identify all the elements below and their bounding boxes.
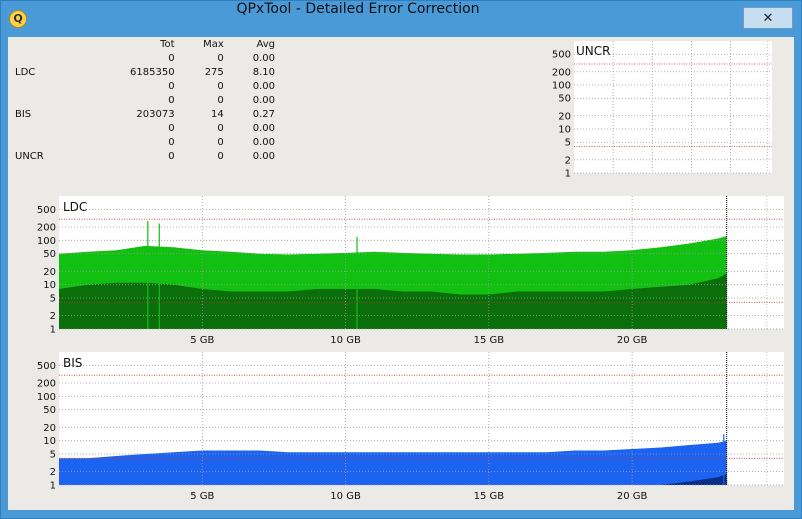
stats-row: 0 0 0.00 <box>15 122 275 136</box>
bis-y-tick-label: 50 <box>43 405 56 416</box>
bis-x-tick-label: 5 GB <box>190 491 214 502</box>
stats-cell-label <box>15 80 84 94</box>
client-area: Tot Max Avg 0 0 0.00 LDC 6185350 275 8.10 0 0 0.0… <box>8 37 794 510</box>
stats-cell-label: UNCR <box>15 151 44 162</box>
ldc-y-tick-label: 100 <box>37 236 56 247</box>
stats-row: 0 0 0.00 <box>15 52 275 66</box>
bis-y-tick-label: 200 <box>37 378 56 389</box>
close-icon: ✕ <box>762 10 774 26</box>
stats-cell-avg: 0.00 <box>252 151 275 162</box>
stats-cell-max: 14 <box>211 109 224 120</box>
stats-cell-label <box>15 94 84 108</box>
stats-header-tot: Tot <box>160 39 175 50</box>
app-window: Q QPxTool - Detailed Error Correction ✕ … <box>0 0 802 519</box>
stats-row: UNCR 0 0 0.00 <box>15 150 275 164</box>
uncr-y-tick-label: 500 <box>552 50 571 61</box>
ldc-x-tick-label: 15 GB <box>474 335 505 346</box>
uncr-y-tick-label: 10 <box>558 125 571 136</box>
ldc-chart: 1 2 5 10 20 50 100 200 500 5 GB 10 GB 15 GB 20 GB LDC <box>37 196 784 346</box>
stats-cell-tot: 203073 <box>136 109 175 120</box>
uncr-y-tick-label: 200 <box>552 67 571 78</box>
ldc-x-tick-label: 20 GB <box>617 335 648 346</box>
bis-y-tick-label: 5 <box>50 450 56 461</box>
bis-chart-title: BIS <box>63 356 82 370</box>
stats-cell-max: 0 <box>217 123 224 134</box>
stats-cell-label: BIS <box>15 109 32 120</box>
ldc-x-tick-label: 5 GB <box>190 335 214 346</box>
stats-row: BIS 203073 14 0.27 <box>15 108 275 122</box>
stats-cell-avg: 0.00 <box>252 137 275 148</box>
uncr-y-tick-label: 50 <box>558 94 571 105</box>
stats-cell-max: 0 <box>217 95 224 106</box>
uncr-y-tick-label: 5 <box>565 138 571 149</box>
bis-y-tick-label: 100 <box>37 392 56 403</box>
bis-x-tick-label: 15 GB <box>474 491 505 502</box>
title-bar[interactable]: Q QPxTool - Detailed Error Correction ✕ <box>1 1 801 37</box>
stats-header-row: Tot Max Avg <box>15 38 275 52</box>
ldc-y-tick-label: 1 <box>50 325 56 336</box>
stats-cell-avg: 0.00 <box>252 81 275 92</box>
stats-cell-avg: 0.00 <box>252 53 275 64</box>
ldc-x-tick-label: 10 GB <box>330 335 361 346</box>
stats-row: 0 0 0.00 <box>15 80 275 94</box>
uncr-y-tick-label: 1 <box>565 169 571 180</box>
ldc-chart-title: LDC <box>63 200 87 214</box>
bis-x-tick-label: 10 GB <box>330 491 361 502</box>
stats-cell-max: 0 <box>217 151 224 162</box>
stats-cell-label <box>15 136 84 150</box>
stats-cell-tot: 0 <box>168 151 175 162</box>
bis-y-tick-label: 2 <box>50 467 56 478</box>
stats-cell-avg: 8.10 <box>252 67 275 78</box>
stats-cell-max: 275 <box>204 67 224 78</box>
stats-cell-max: 0 <box>217 53 224 64</box>
stats-header-label <box>15 38 84 52</box>
stats-cell-max: 0 <box>217 81 224 92</box>
bis-y-tick-label: 20 <box>43 423 56 434</box>
stats-row: 0 0 0.00 <box>15 136 275 150</box>
uncr-y-tick-label: 2 <box>565 155 571 166</box>
stats-cell-tot: 0 <box>168 53 175 64</box>
bis-x-tick-label: 20 GB <box>617 491 648 502</box>
stats-cell-tot: 0 <box>168 137 175 148</box>
ldc-y-tick-label: 50 <box>43 249 56 260</box>
stats-cell-avg: 0.27 <box>252 109 275 120</box>
ldc-y-tick-label: 10 <box>43 280 56 291</box>
error-stats-table: Tot Max Avg 0 0 0.00 LDC 6185350 275 8.10 0 0 0.0… <box>15 38 275 172</box>
stats-cell-tot: 0 <box>168 81 175 92</box>
uncr-plot-area <box>574 41 772 173</box>
uncr-y-tick-label: 20 <box>558 111 571 122</box>
ldc-y-tick-label: 500 <box>37 205 56 216</box>
bis-chart: 1 2 5 10 20 50 100 200 500 5 GB 10 GB 15 GB 20 GB BIS <box>37 352 784 502</box>
stats-header-max: Max <box>203 39 224 50</box>
ldc-y-tick-label: 20 <box>43 267 56 278</box>
stats-cell-tot: 6185350 <box>130 67 175 78</box>
close-button[interactable]: ✕ <box>743 7 793 29</box>
uncr-chart: 1251020501002005005 GB10 GB15 GB20 GBUNC… <box>552 41 772 180</box>
stats-header-avg: Avg <box>256 39 275 50</box>
bis-y-tick-label: 1 <box>50 481 56 492</box>
stats-row: LDC 6185350 275 8.10 <box>15 66 275 80</box>
uncr-chart-title: UNCR <box>576 44 610 58</box>
stats-cell-tot: 0 <box>168 123 175 134</box>
ldc-y-tick-label: 200 <box>37 222 56 233</box>
stats-cell-avg: 0.00 <box>252 123 275 134</box>
stats-cell-tot: 0 <box>168 95 175 106</box>
window-title: QPxTool - Detailed Error Correction <box>236 1 480 17</box>
stats-cell-label <box>15 122 84 136</box>
stats-cell-label: LDC <box>15 67 36 78</box>
bis-y-tick-label: 10 <box>43 436 56 447</box>
uncr-y-tick-label: 100 <box>552 81 571 92</box>
ldc-y-tick-label: 2 <box>50 311 56 322</box>
stats-cell-label <box>15 52 84 66</box>
ldc-y-tick-label: 5 <box>50 294 56 305</box>
stats-row: 0 0 0.00 <box>15 94 275 108</box>
stats-cell-avg: 0.00 <box>252 95 275 106</box>
stats-cell-max: 0 <box>217 137 224 148</box>
bis-y-tick-label: 500 <box>37 361 56 372</box>
